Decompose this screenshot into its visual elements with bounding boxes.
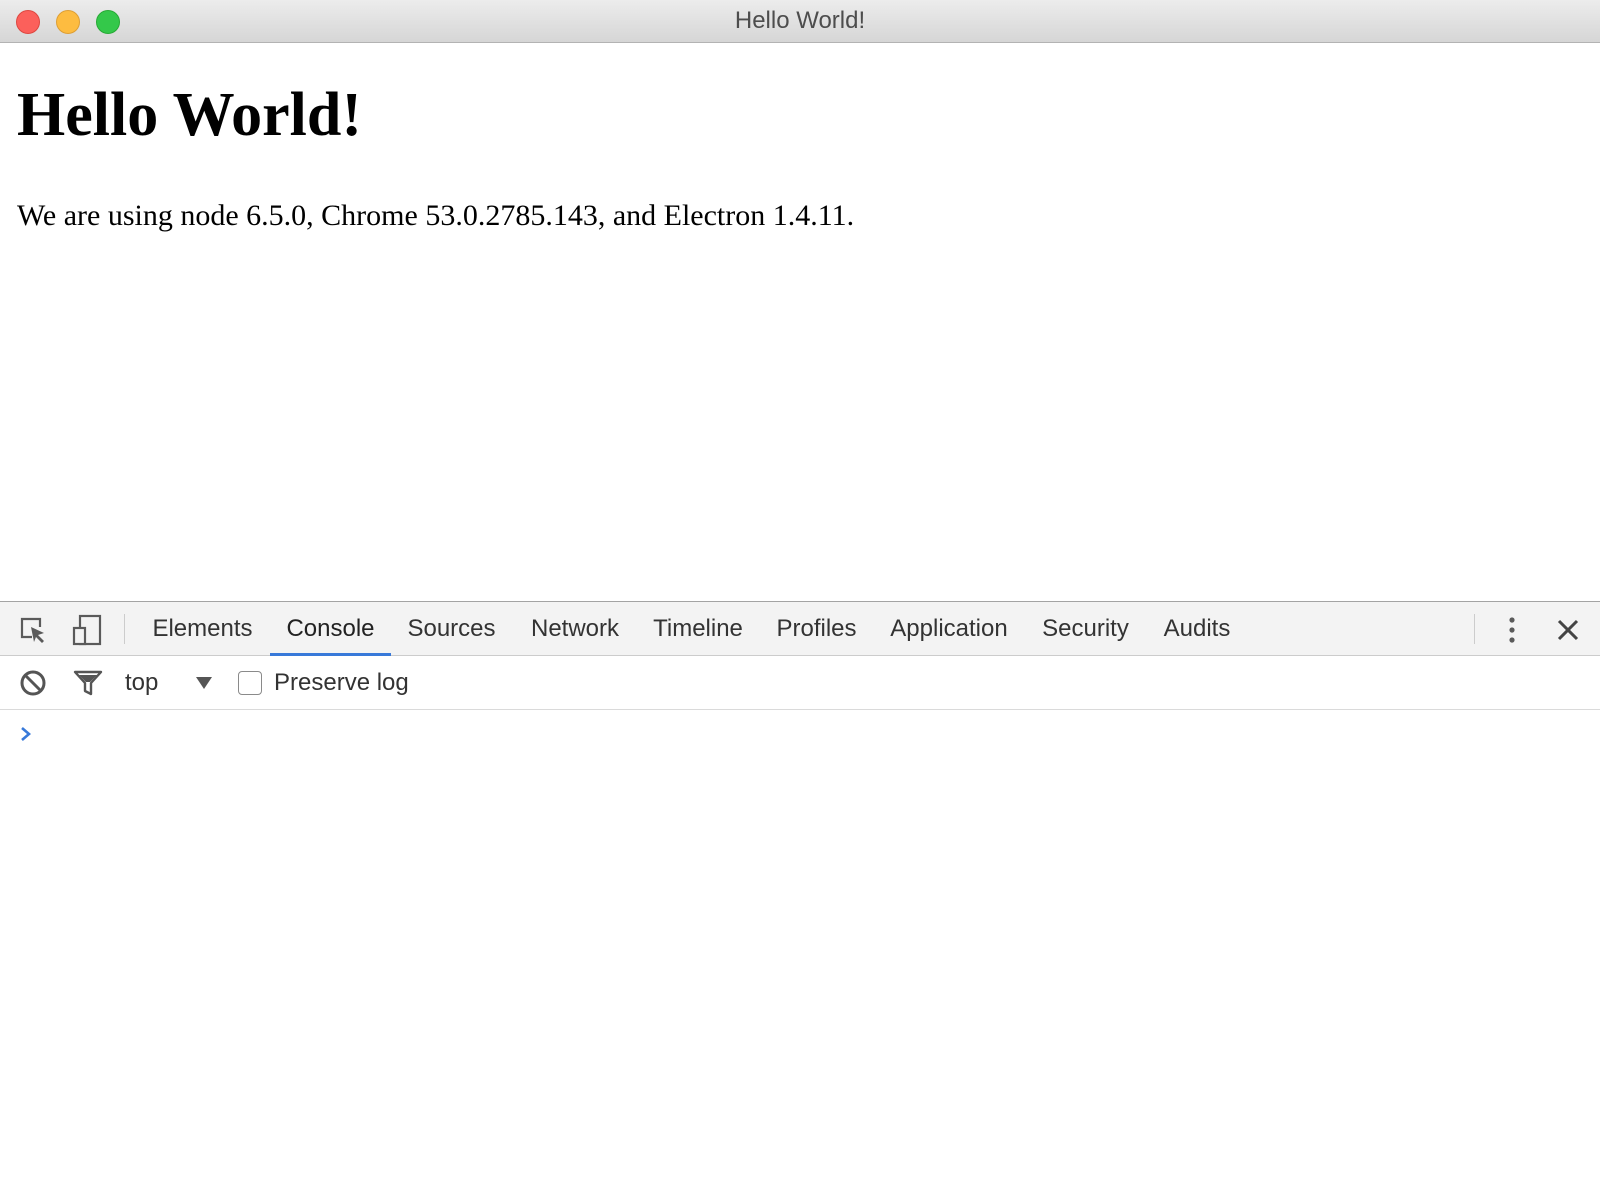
preserve-log-label[interactable]: Preserve log	[274, 656, 409, 710]
page-content: Hello World! We are using node 6.5.0, Ch…	[0, 44, 1600, 601]
toolbar-divider	[124, 614, 125, 644]
window-zoom-button[interactable]	[96, 10, 120, 34]
toolbar-divider	[1474, 614, 1475, 644]
window-close-button[interactable]	[16, 10, 40, 34]
device-toolbar-icon[interactable]	[70, 614, 104, 646]
close-icon[interactable]	[1552, 614, 1584, 646]
filter-icon[interactable]	[72, 668, 104, 698]
tab-security[interactable]: Security	[1025, 602, 1146, 656]
devtools-panel: Elements Console Sources Network Timeline Pro…	[0, 601, 1600, 1201]
tab-elements[interactable]: Elements	[136, 602, 269, 656]
console-toolbar: top Preserve log	[0, 656, 1600, 710]
tab-profiles[interactable]: Profiles	[760, 602, 873, 656]
tab-sources[interactable]: Sources	[391, 602, 512, 656]
dropdown-arrow-icon[interactable]	[194, 672, 214, 694]
page-heading: Hello World!	[17, 81, 363, 149]
tab-console[interactable]: Console	[270, 602, 391, 656]
console-prompt-icon	[18, 725, 34, 743]
tab-application[interactable]: Application	[874, 602, 1024, 656]
clear-console-icon[interactable]	[18, 668, 48, 698]
tab-timeline[interactable]: Timeline	[637, 602, 759, 656]
devtools-toolbar: Elements Console Sources Network Timeline Pro…	[0, 602, 1600, 656]
tab-audits[interactable]: Audits	[1147, 602, 1247, 656]
window-minimize-button[interactable]	[56, 10, 80, 34]
console-output[interactable]	[0, 711, 1600, 1201]
traffic-lights	[16, 10, 120, 34]
tab-network[interactable]: Network	[514, 602, 636, 656]
window-titlebar: Hello World!	[0, 0, 1600, 43]
context-selector[interactable]: top	[125, 656, 158, 710]
inspect-element-icon[interactable]	[16, 614, 50, 646]
page-version-text: We are using node 6.5.0, Chrome 53.0.278…	[17, 199, 855, 232]
window-title: Hello World!	[734, 7, 866, 34]
preserve-log-checkbox[interactable]	[238, 671, 262, 695]
more-vertical-icon[interactable]	[1496, 614, 1528, 646]
